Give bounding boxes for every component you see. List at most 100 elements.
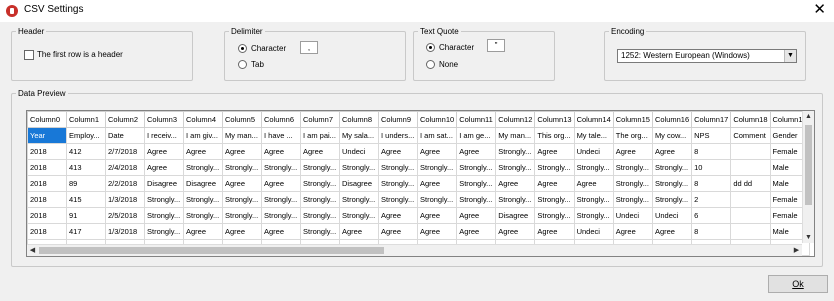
- quote-character-input[interactable]: ": [487, 39, 505, 52]
- table-cell[interactable]: 413: [66, 159, 106, 176]
- table-cell[interactable]: Disagree: [183, 175, 223, 192]
- table-cell[interactable]: Undeci: [651, 207, 693, 224]
- table-cell[interactable]: Strongly...: [222, 207, 262, 224]
- table-cell[interactable]: Strongly...: [495, 159, 536, 176]
- close-button[interactable]: ✕: [813, 1, 826, 19]
- table-cell[interactable]: Strongly...: [612, 191, 653, 208]
- vertical-scrollbar[interactable]: ▲ ▼: [802, 111, 814, 243]
- table-cell[interactable]: Agree: [612, 143, 653, 160]
- table-cell[interactable]: Strongly...: [378, 175, 418, 192]
- table-cell[interactable]: Agree: [300, 143, 340, 160]
- ok-button[interactable]: Ok: [768, 275, 828, 293]
- table-cell[interactable]: 89: [66, 175, 106, 192]
- table-cell[interactable]: 8: [691, 143, 732, 160]
- table-cell[interactable]: Undeci: [612, 207, 653, 224]
- table-cell[interactable]: 417: [66, 223, 106, 240]
- table-cell[interactable]: [730, 159, 771, 176]
- table-cell[interactable]: [730, 207, 771, 224]
- table-cell[interactable]: Strongly...: [456, 175, 497, 192]
- scroll-up-icon[interactable]: ▲: [803, 111, 814, 122]
- table-cell[interactable]: [730, 191, 771, 208]
- table-cell[interactable]: I am ge...: [456, 127, 497, 144]
- table-cell[interactable]: My man...: [222, 127, 262, 144]
- table-cell[interactable]: Comment: [730, 127, 771, 144]
- table-cell[interactable]: 91: [66, 207, 106, 224]
- table-cell[interactable]: Agree: [651, 223, 693, 240]
- quote-character-radio[interactable]: [426, 43, 435, 52]
- column-header[interactable]: Column1: [66, 111, 106, 128]
- column-header[interactable]: Column9: [378, 111, 418, 128]
- table-cell[interactable]: Agree: [261, 143, 301, 160]
- table-cell[interactable]: My man...: [495, 127, 536, 144]
- table-cell[interactable]: My cow...: [651, 127, 693, 144]
- column-header[interactable]: Column17: [691, 111, 732, 128]
- table-cell[interactable]: Strongly...: [651, 191, 693, 208]
- table-cell[interactable]: Strongly...: [534, 159, 575, 176]
- table-cell[interactable]: My tale...: [573, 127, 614, 144]
- table-cell[interactable]: 2018: [27, 191, 67, 208]
- table-cell[interactable]: Strongly...: [456, 159, 497, 176]
- table-cell[interactable]: Strongly...: [261, 207, 301, 224]
- delimiter-character-radio[interactable]: [238, 44, 247, 53]
- table-cell[interactable]: 2: [691, 191, 732, 208]
- table-cell[interactable]: 2018: [27, 175, 67, 192]
- column-header[interactable]: Column14: [573, 111, 614, 128]
- table-cell[interactable]: 412: [66, 143, 106, 160]
- encoding-select[interactable]: 1252: Western European (Windows) ▼: [617, 49, 797, 63]
- table-cell[interactable]: Date: [105, 127, 145, 144]
- table-cell[interactable]: Agree: [378, 223, 418, 240]
- column-header[interactable]: Column12: [495, 111, 536, 128]
- table-cell[interactable]: 2/2/2018: [105, 175, 145, 192]
- table-cell[interactable]: Strongly...: [222, 159, 262, 176]
- table-cell[interactable]: Agree: [456, 207, 497, 224]
- table-cell[interactable]: Strongly...: [378, 159, 418, 176]
- table-cell[interactable]: Strongly...: [573, 207, 614, 224]
- table-cell[interactable]: Strongly...: [495, 191, 536, 208]
- table-cell[interactable]: 10: [691, 159, 732, 176]
- table-cell[interactable]: Strongly...: [144, 223, 184, 240]
- table-cell[interactable]: Strongly...: [416, 191, 458, 208]
- column-header[interactable]: Column6: [261, 111, 301, 128]
- column-header[interactable]: Column0: [27, 111, 67, 128]
- horizontal-scroll-thumb[interactable]: [39, 247, 384, 254]
- table-cell[interactable]: dd dd: [730, 175, 771, 192]
- table-cell[interactable]: Agree: [222, 143, 262, 160]
- table-cell[interactable]: Strongly...: [144, 207, 184, 224]
- table-cell[interactable]: Strongly...: [300, 207, 340, 224]
- table-cell[interactable]: Agree: [222, 175, 262, 192]
- header-row-checkbox[interactable]: [24, 50, 34, 60]
- column-header[interactable]: Column15: [612, 111, 653, 128]
- table-cell[interactable]: My sala...: [339, 127, 379, 144]
- scroll-right-icon[interactable]: ▶: [791, 245, 802, 256]
- table-cell[interactable]: 2/4/2018: [105, 159, 145, 176]
- table-cell[interactable]: Strongly...: [183, 207, 223, 224]
- column-header[interactable]: Column10: [416, 111, 458, 128]
- table-cell[interactable]: Undeci: [573, 143, 614, 160]
- column-header[interactable]: Column11: [456, 111, 497, 128]
- table-cell[interactable]: Strongly...: [144, 191, 184, 208]
- table-cell[interactable]: Strongly...: [339, 159, 379, 176]
- table-cell[interactable]: [730, 223, 771, 240]
- table-cell[interactable]: 2/5/2018: [105, 207, 145, 224]
- table-cell[interactable]: Strongly...: [261, 159, 301, 176]
- table-cell[interactable]: Agree: [183, 143, 223, 160]
- column-header[interactable]: Column8: [339, 111, 379, 128]
- table-cell[interactable]: Strongly...: [534, 191, 575, 208]
- table-cell[interactable]: Employ...: [66, 127, 106, 144]
- table-cell[interactable]: I receiv...: [144, 127, 184, 144]
- table-cell[interactable]: Agree: [378, 143, 418, 160]
- table-cell[interactable]: 6: [691, 207, 732, 224]
- table-cell[interactable]: Agree: [456, 143, 497, 160]
- table-cell[interactable]: Strongly...: [416, 159, 458, 176]
- table-cell[interactable]: Agree: [495, 175, 536, 192]
- table-cell[interactable]: 2018: [27, 223, 67, 240]
- table-cell[interactable]: 8: [691, 175, 732, 192]
- table-cell[interactable]: I have ...: [261, 127, 301, 144]
- quote-none-radio[interactable]: [426, 60, 435, 69]
- table-cell[interactable]: Strongly...: [534, 207, 575, 224]
- table-cell[interactable]: Strongly...: [495, 143, 536, 160]
- table-cell[interactable]: Agree: [416, 143, 458, 160]
- table-cell[interactable]: Strongly...: [456, 191, 497, 208]
- table-cell[interactable]: Strongly...: [378, 191, 418, 208]
- column-header[interactable]: Column13: [534, 111, 575, 128]
